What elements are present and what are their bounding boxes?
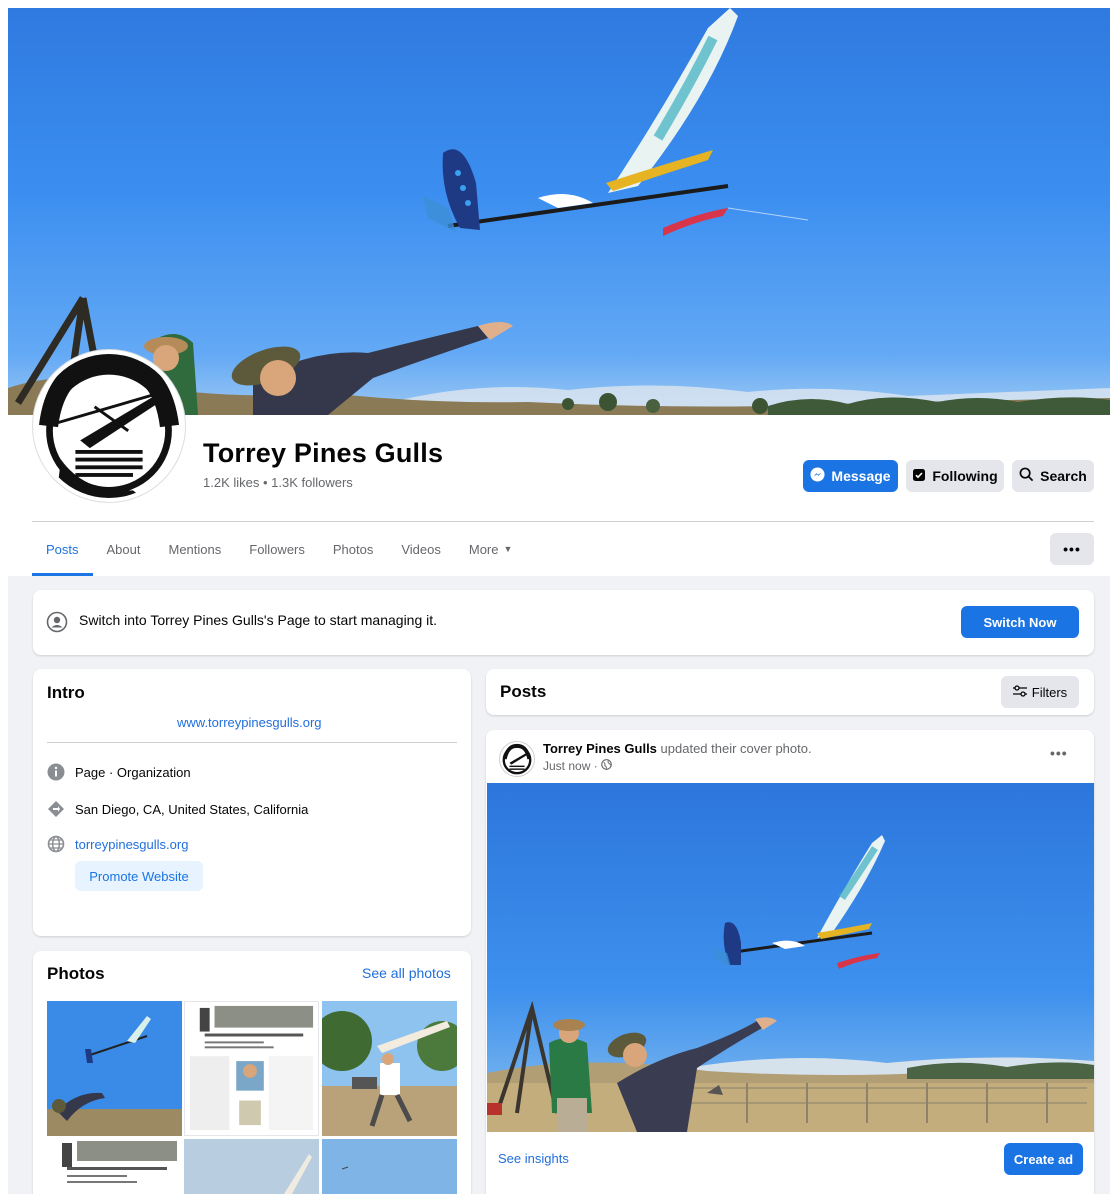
public-globe-icon	[600, 759, 612, 773]
post-action-text: updated their cover photo.	[656, 741, 812, 756]
photo-thumbnail[interactable]	[322, 1139, 457, 1194]
intro-website-link[interactable]: www.torreypinesgulls.org	[177, 715, 322, 730]
intro-website-text[interactable]: torreypinesgulls.org	[75, 837, 188, 852]
page-avatar[interactable]	[33, 350, 185, 502]
following-icon	[912, 468, 926, 485]
search-label: Search	[1040, 468, 1087, 484]
post-photo[interactable]	[487, 783, 1094, 1132]
filters-button[interactable]: Filters	[1001, 676, 1079, 708]
tab-label: About	[106, 541, 141, 557]
intro-category-row: Page · Organization	[47, 763, 191, 781]
intro-category-text: Page · Organization	[75, 764, 191, 780]
photo-thumbnail[interactable]	[322, 1001, 457, 1136]
caret-down-icon: ▼	[503, 544, 513, 554]
tab-label: More	[468, 541, 499, 557]
tab-label: Followers	[249, 541, 305, 557]
profile-switch-icon	[46, 611, 68, 633]
intro-divider	[47, 742, 457, 743]
photos-title: Photos	[47, 964, 105, 983]
photo-thumbnail[interactable]	[184, 1001, 319, 1136]
filters-label: Filters	[1031, 684, 1068, 700]
photo-thumbnail[interactable]	[184, 1139, 319, 1194]
more-options-button[interactable]: •••	[1050, 533, 1094, 565]
see-insights-link[interactable]: See insights	[498, 1151, 569, 1166]
promote-website-button[interactable]: Promote Website	[75, 861, 203, 891]
search-icon	[1019, 467, 1034, 485]
intro-website-row[interactable]: torreypinesgulls.org	[47, 835, 188, 853]
intro-location-row: San Diego, CA, United States, California	[47, 800, 308, 818]
info-icon	[47, 763, 65, 781]
filters-icon	[1012, 684, 1027, 700]
photo-thumbnail[interactable]	[47, 1001, 182, 1136]
post-author-avatar[interactable]	[499, 741, 535, 777]
search-button[interactable]: Search	[1012, 460, 1094, 492]
location-icon	[47, 800, 65, 818]
post-meta: Just now ·	[543, 759, 612, 773]
posts-title: Posts	[500, 682, 547, 701]
tab-mentions[interactable]: Mentions	[155, 522, 236, 576]
page-title: Torrey Pines Gulls	[203, 438, 444, 468]
profile-tabs: Posts About Mentions Followers Photos Vi…	[32, 522, 526, 576]
cover-photo[interactable]	[8, 8, 1110, 415]
create-ad-button[interactable]: Create ad	[1004, 1143, 1083, 1175]
messenger-icon	[810, 467, 825, 485]
tab-followers[interactable]: Followers	[235, 522, 319, 576]
page-stats: 1.2K likes • 1.3K followers	[203, 475, 353, 490]
intro-title: Intro	[47, 683, 85, 702]
tab-more[interactable]: More ▼	[455, 522, 527, 576]
see-all-photos-link[interactable]: See all photos	[362, 965, 451, 981]
tab-videos[interactable]: Videos	[387, 522, 455, 576]
following-label: Following	[932, 468, 998, 484]
post-author-name[interactable]: Torrey Pines Gulls	[543, 741, 657, 756]
message-label: Message	[831, 468, 891, 484]
switch-banner-text: Switch into Torrey Pines Gulls's Page to…	[79, 612, 438, 628]
following-button[interactable]: Following	[906, 460, 1004, 492]
message-button[interactable]: Message	[803, 460, 898, 492]
globe-icon	[47, 835, 65, 853]
tab-label: Videos	[401, 541, 441, 557]
tab-about[interactable]: About	[93, 522, 155, 576]
tab-label: Photos	[332, 541, 374, 557]
tab-photos[interactable]: Photos	[319, 522, 387, 576]
tab-label: Mentions	[168, 541, 222, 557]
post-timestamp[interactable]: Just now ·	[543, 759, 598, 773]
post-headline: Torrey Pines Gulls updated their cover p…	[543, 741, 812, 756]
post-options-button[interactable]: •••	[1050, 745, 1068, 761]
intro-location-text: San Diego, CA, United States, California	[75, 801, 309, 817]
photo-thumbnail[interactable]	[47, 1139, 182, 1194]
tab-label: Posts	[46, 541, 79, 557]
tab-posts[interactable]: Posts	[32, 522, 93, 576]
switch-now-button[interactable]: Switch Now	[961, 606, 1079, 638]
